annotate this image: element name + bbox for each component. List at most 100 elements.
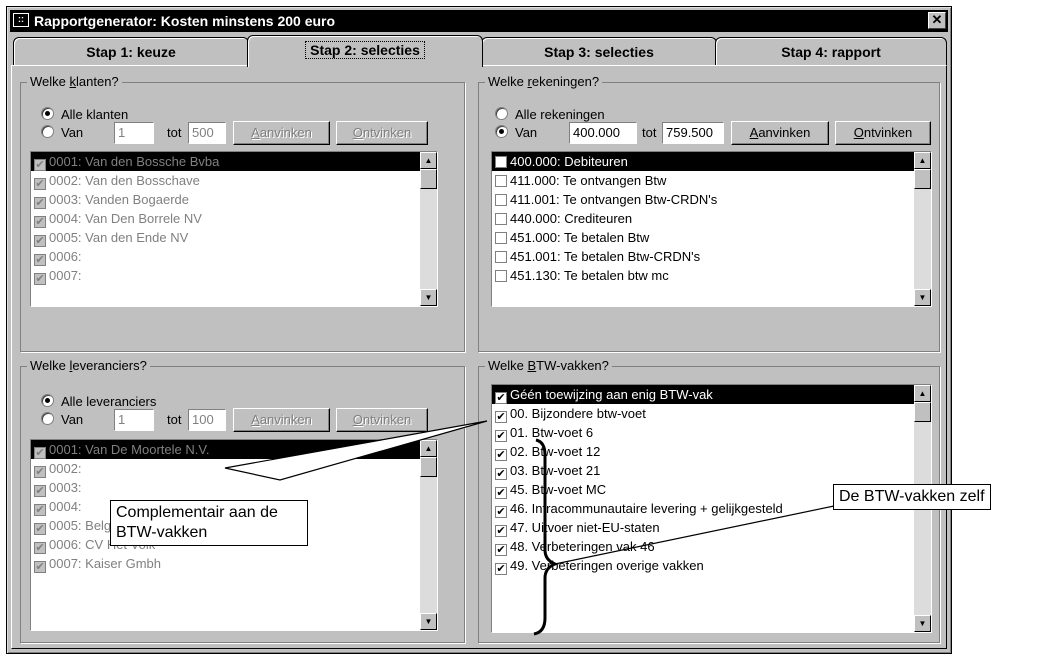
radio-alle-rekeningen[interactable]: Alle rekeningen bbox=[495, 107, 605, 123]
radio-van-klanten[interactable]: Van bbox=[41, 125, 83, 141]
btw-list-item[interactable]: ✔ 49. Verbeteringen overige vakken bbox=[492, 556, 931, 575]
rekeningen-list-item[interactable]: 400.000: Debiteuren bbox=[492, 152, 931, 171]
rekeningen-list-item[interactable]: 451.000: Te betalen Btw bbox=[492, 228, 931, 247]
scroll-thumb[interactable] bbox=[914, 402, 931, 422]
scroll-up-icon[interactable]: ▲ bbox=[914, 385, 931, 402]
rekeningen-from-field[interactable]: 400.000 bbox=[569, 122, 637, 144]
scroll-down-icon[interactable]: ▼ bbox=[914, 615, 931, 632]
btw-list-item[interactable]: ✔ 48. Verbeteringen vak 46 bbox=[492, 537, 931, 556]
rekeningen-list-item[interactable]: 440.000: Crediteuren bbox=[492, 209, 931, 228]
checkbox[interactable]: ✔ bbox=[495, 468, 507, 480]
radio-alle-klanten[interactable]: Alle klanten bbox=[41, 107, 128, 123]
rekeningen-list-item-label: 400.000: Debiteuren bbox=[510, 154, 628, 169]
checkbox[interactable]: ✔ bbox=[495, 411, 507, 423]
rekeningen-list-item[interactable]: 411.000: Te ontvangen Btw bbox=[492, 171, 931, 190]
checkbox[interactable]: ✔ bbox=[34, 561, 46, 573]
checkbox[interactable]: ✔ bbox=[495, 487, 507, 499]
radio-van-rekeningen[interactable]: Van bbox=[495, 125, 537, 141]
checkbox[interactable]: ✔ bbox=[34, 542, 46, 554]
checkbox[interactable]: ✔ bbox=[34, 466, 46, 478]
leveranciers-aanvinken-button[interactable]: Aanvinken bbox=[233, 408, 330, 432]
leveranciers-ontvinken-button[interactable]: Ontvinken bbox=[336, 408, 428, 432]
checkbox[interactable]: ✔ bbox=[495, 563, 507, 575]
checkbox[interactable] bbox=[495, 194, 507, 206]
rekeningen-to-field[interactable]: 759.500 bbox=[662, 122, 724, 144]
radio-van-leveranciers[interactable]: Van bbox=[41, 412, 83, 428]
scroll-up-icon[interactable]: ▲ bbox=[420, 152, 437, 169]
leveranciers-list-item[interactable]: ✔ 0001: Van De Moortele N.V. bbox=[31, 440, 437, 459]
klanten-to-field[interactable]: 500 bbox=[188, 122, 226, 144]
checkbox[interactable]: ✔ bbox=[34, 273, 46, 285]
checkbox[interactable]: ✔ bbox=[34, 523, 46, 535]
leveranciers-list-item[interactable]: ✔ 0002: bbox=[31, 459, 437, 478]
leveranciers-to-field[interactable]: 100 bbox=[188, 409, 226, 431]
klanten-ontvinken-button[interactable]: Ontvinken bbox=[336, 121, 428, 145]
vertical-scrollbar[interactable]: ▲ ▼ bbox=[420, 152, 437, 306]
checkbox[interactable]: ✔ bbox=[495, 506, 507, 518]
scroll-down-icon[interactable]: ▼ bbox=[420, 613, 437, 630]
btw-list-item[interactable]: ✔ 47. Uitvoer niet-EU-staten bbox=[492, 518, 931, 537]
checkbox[interactable]: ✔ bbox=[495, 430, 507, 442]
scroll-up-icon[interactable]: ▲ bbox=[914, 152, 931, 169]
checkbox[interactable]: ✔ bbox=[34, 485, 46, 497]
scroll-thumb[interactable] bbox=[420, 457, 437, 477]
vertical-scrollbar[interactable]: ▲ ▼ bbox=[914, 152, 931, 306]
checkbox[interactable] bbox=[495, 213, 507, 225]
klanten-list-item[interactable]: ✔ 0003: Vanden Bogaerde bbox=[31, 190, 437, 209]
klanten-list[interactable]: ✔ 0001: Van den Bossche Bvba ✔ 0002: Van de… bbox=[30, 151, 438, 307]
klanten-list-item[interactable]: ✔ 0007: bbox=[31, 266, 437, 285]
checkbox[interactable]: ✔ bbox=[34, 447, 46, 459]
scroll-thumb[interactable] bbox=[420, 169, 437, 189]
checkbox[interactable] bbox=[495, 270, 507, 282]
leveranciers-from-field[interactable]: 1 bbox=[114, 409, 154, 431]
btw-list-item[interactable]: ✔ 03. Btw-voet 21 bbox=[492, 461, 931, 480]
vertical-scrollbar[interactable]: ▲ ▼ bbox=[420, 440, 437, 630]
klanten-from-field[interactable]: 1 bbox=[114, 122, 154, 144]
btw-list-item[interactable]: ✔ 01. Btw-voet 6 bbox=[492, 423, 931, 442]
close-button[interactable]: ✕ bbox=[928, 12, 946, 29]
checkbox[interactable]: ✔ bbox=[495, 392, 507, 404]
scroll-down-icon[interactable]: ▼ bbox=[914, 289, 931, 306]
scroll-up-icon[interactable]: ▲ bbox=[420, 440, 437, 457]
checkbox[interactable] bbox=[495, 232, 507, 244]
scroll-thumb[interactable] bbox=[914, 169, 931, 189]
checkbox[interactable]: ✔ bbox=[34, 254, 46, 266]
rekeningen-list[interactable]: 400.000: Debiteuren 411.000: Te ontvangen… bbox=[491, 151, 932, 307]
checkbox[interactable] bbox=[495, 156, 507, 168]
rekeningen-ontvinken-button[interactable]: Ontvinken bbox=[835, 121, 931, 145]
checkbox[interactable]: ✔ bbox=[34, 504, 46, 516]
klanten-list-item[interactable]: ✔ 0001: Van den Bossche Bvba bbox=[31, 152, 437, 171]
tab-stap-3[interactable]: Stap 3: selecties bbox=[481, 37, 717, 65]
leveranciers-list-item[interactable]: ✔ 0007: Kaiser Gmbh bbox=[31, 554, 437, 573]
rekeningen-list-item[interactable]: 451.130: Te betalen btw mc bbox=[492, 266, 931, 285]
radio-alle-leveranciers[interactable]: Alle leveranciers bbox=[41, 394, 156, 410]
checkbox[interactable]: ✔ bbox=[34, 159, 46, 171]
checkbox[interactable]: ✔ bbox=[34, 235, 46, 247]
tab-stap-4[interactable]: Stap 4: rapport bbox=[715, 37, 947, 65]
leveranciers-list-item[interactable]: ✔ 0003: bbox=[31, 478, 437, 497]
btw-list-item[interactable]: ✔ Géén toewijzing aan enig BTW-vak bbox=[492, 385, 931, 404]
scroll-down-icon[interactable]: ▼ bbox=[420, 289, 437, 306]
tab-stap-2[interactable]: Stap 2: selecties bbox=[247, 35, 483, 67]
checkbox[interactable]: ✔ bbox=[34, 178, 46, 190]
checkbox[interactable]: ✔ bbox=[495, 449, 507, 461]
klanten-list-item[interactable]: ✔ 0005: Van den Ende NV bbox=[31, 228, 437, 247]
btw-list-item[interactable]: ✔ 00. Bijzondere btw-voet bbox=[492, 404, 931, 423]
klanten-list-item[interactable]: ✔ 0004: Van Den Borrele NV bbox=[31, 209, 437, 228]
btw-list-item-label: 47. Uitvoer niet-EU-staten bbox=[510, 520, 660, 535]
checkbox[interactable] bbox=[495, 251, 507, 263]
tab-stap-1[interactable]: Stap 1: keuze bbox=[13, 37, 249, 65]
checkbox[interactable]: ✔ bbox=[495, 525, 507, 537]
checkbox[interactable]: ✔ bbox=[34, 197, 46, 209]
checkbox[interactable] bbox=[495, 175, 507, 187]
klanten-list-item[interactable]: ✔ 0002: Van den Bosschave bbox=[31, 171, 437, 190]
rekeningen-aanvinken-button[interactable]: Aanvinken bbox=[731, 121, 829, 145]
rekeningen-list-item[interactable]: 411.001: Te ontvangen Btw-CRDN's bbox=[492, 190, 931, 209]
klanten-list-item[interactable]: ✔ 0006: bbox=[31, 247, 437, 266]
system-menu-icon[interactable]: :: bbox=[13, 13, 29, 27]
rekeningen-list-item[interactable]: 451.001: Te betalen Btw-CRDN's bbox=[492, 247, 931, 266]
checkbox[interactable]: ✔ bbox=[495, 544, 507, 556]
checkbox[interactable]: ✔ bbox=[34, 216, 46, 228]
btw-list-item[interactable]: ✔ 02. Btw-voet 12 bbox=[492, 442, 931, 461]
klanten-aanvinken-button[interactable]: Aanvinken bbox=[233, 121, 330, 145]
